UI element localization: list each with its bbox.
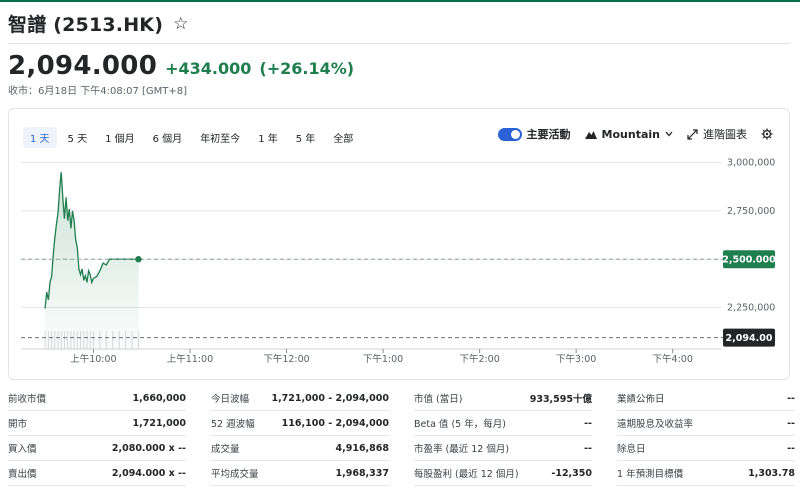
stat-row: Beta 值 (5 年，每月) -- [414, 411, 592, 436]
stat-row: 市盈率 (最近 12 個月) -- [414, 436, 592, 461]
key-statistics: 前收市價 1,660,000 開市 1,721,000 買入價 2,080.000 x -… [8, 386, 795, 486]
stats-column-0: 前收市價 1,660,000 開市 1,721,000 買入價 2,080.000 x -… [8, 386, 186, 486]
x-tick-label: 下午3:00 [556, 353, 596, 365]
stat-row: 成交量 4,916,868 [211, 436, 389, 461]
stat-label: 賣出價 [8, 469, 37, 480]
header-divider [8, 43, 790, 44]
stat-row: 52 週波幅 116,100 - 2,094,000 [211, 411, 389, 436]
stat-label: 遠期股息及收益率 [617, 419, 694, 430]
stat-row: 買入價 2,080.000 x -- [8, 436, 186, 461]
top-accent-line [0, 0, 800, 2]
star-icon[interactable]: ☆ [173, 14, 188, 34]
x-tick-label: 下午4:00 [653, 353, 693, 365]
stat-row: 每股盈利 (最近 12 個月) -12,350 [414, 461, 592, 486]
stat-row: 賣出價 2,094.000 x -- [8, 461, 186, 486]
stats-column-1: 今日波幅 1,721,000 - 2,094,000 52 週波幅 116,100 -… [211, 386, 389, 486]
y-tick-label: 3,000,000 [727, 158, 775, 169]
stat-value: 116,100 - 2,094,000 [281, 417, 389, 429]
stat-label: 業績公佈日 [617, 394, 665, 405]
stat-value: 2,080.000 x -- [111, 442, 186, 454]
stat-label: 買入價 [8, 444, 37, 455]
stat-label: 前收市價 [8, 394, 47, 405]
stat-value: 933,595十億 [529, 394, 592, 405]
y-tick-label: 2,250,000 [727, 302, 775, 313]
y-tick-label: 2,750,000 [727, 206, 775, 217]
stat-value: 1,721,000 - 2,094,000 [271, 392, 389, 404]
stat-label: 除息日 [617, 444, 646, 455]
stat-value: -12,350 [551, 467, 592, 479]
stat-label: 市盈率 (最近 12 個月) [414, 444, 510, 455]
stat-value: -- [787, 442, 795, 454]
stat-value: 4,916,868 [335, 442, 390, 454]
reference-label: 2,500.000 [722, 255, 776, 266]
stat-label: 今日波幅 [211, 394, 250, 405]
stat-value: -- [584, 417, 592, 429]
stats-column-3: 業績公佈日 -- 遠期股息及收益率 -- 除息日 -- 1 年預測目標價 1,303.78 [617, 386, 795, 486]
stat-label: 平均成交量 [211, 469, 259, 480]
stat-row: 開市 1,721,000 [8, 411, 186, 436]
stat-value: 1,721,000 [132, 417, 187, 429]
stat-row: 前收市價 1,660,000 [8, 386, 186, 411]
stat-label: Beta 值 (5 年，每月) [414, 419, 506, 430]
stock-title: 智譜 (2513.HK) [8, 14, 164, 36]
stat-row: 今日波幅 1,721,000 - 2,094,000 [211, 386, 389, 411]
x-tick-label: 上午11:00 [167, 353, 213, 365]
stat-label: 每股盈利 (最近 12 個月) [414, 469, 519, 480]
x-tick-label: 下午2:00 [459, 353, 499, 365]
quote-header: 智譜 (2513.HK) ☆ [8, 10, 188, 37]
stat-label: 開市 [8, 419, 28, 430]
x-tick-label: 下午1:00 [363, 353, 403, 365]
last-price-dot [135, 256, 142, 263]
stat-label: 1 年預測目標價 [617, 469, 684, 480]
stat-value: 1,660,000 [132, 392, 187, 404]
price-row: 2,094.000 +434.000 (+26.14%) [8, 51, 354, 81]
stat-row: 業績公佈日 -- [617, 386, 795, 411]
chart-card: 1 天5 天1 個月 6 個月 年初至今 1 年5 年全部 主要活動 Mountain… [8, 108, 790, 380]
price-chart[interactable]: 3,000,0002,750,0002,500,0002,250,000上午10… [9, 109, 791, 381]
stat-row: 遠期股息及收益率 -- [617, 411, 795, 436]
stats-column-2: 市值 (當日) 933,595十億 Beta 值 (5 年，每月) -- 市盈率 (最近… [414, 386, 592, 486]
x-tick-label: 上午10:00 [70, 353, 116, 365]
stat-label: 成交量 [211, 444, 240, 455]
stat-row: 除息日 -- [617, 436, 795, 461]
price-change: +434.000 [165, 59, 252, 78]
x-tick-label: 下午12:00 [263, 353, 309, 365]
stat-value: 2,094.000 x -- [111, 467, 186, 479]
stat-row: 1 年預測目標價 1,303.78 [617, 461, 795, 486]
stat-value: -- [787, 392, 795, 404]
stat-value: 1,968,337 [335, 467, 390, 479]
closing-time: 收市：6月18日 下午4:08:07 [GMT+8] [8, 86, 188, 97]
stat-value: -- [787, 417, 795, 429]
stat-label: 市值 (當日) [414, 394, 463, 405]
stat-value: -- [584, 442, 592, 454]
stat-value: 1,303.78 [748, 467, 795, 479]
stat-row: 平均成交量 1,968,337 [211, 461, 389, 486]
stat-label: 52 週波幅 [211, 419, 255, 430]
price-change-percent: (+26.14%) [259, 59, 355, 78]
stat-row: 市值 (當日) 933,595十億 [414, 386, 592, 411]
reference-label: 2,094.00 [726, 333, 773, 344]
current-price: 2,094.000 [8, 51, 158, 81]
